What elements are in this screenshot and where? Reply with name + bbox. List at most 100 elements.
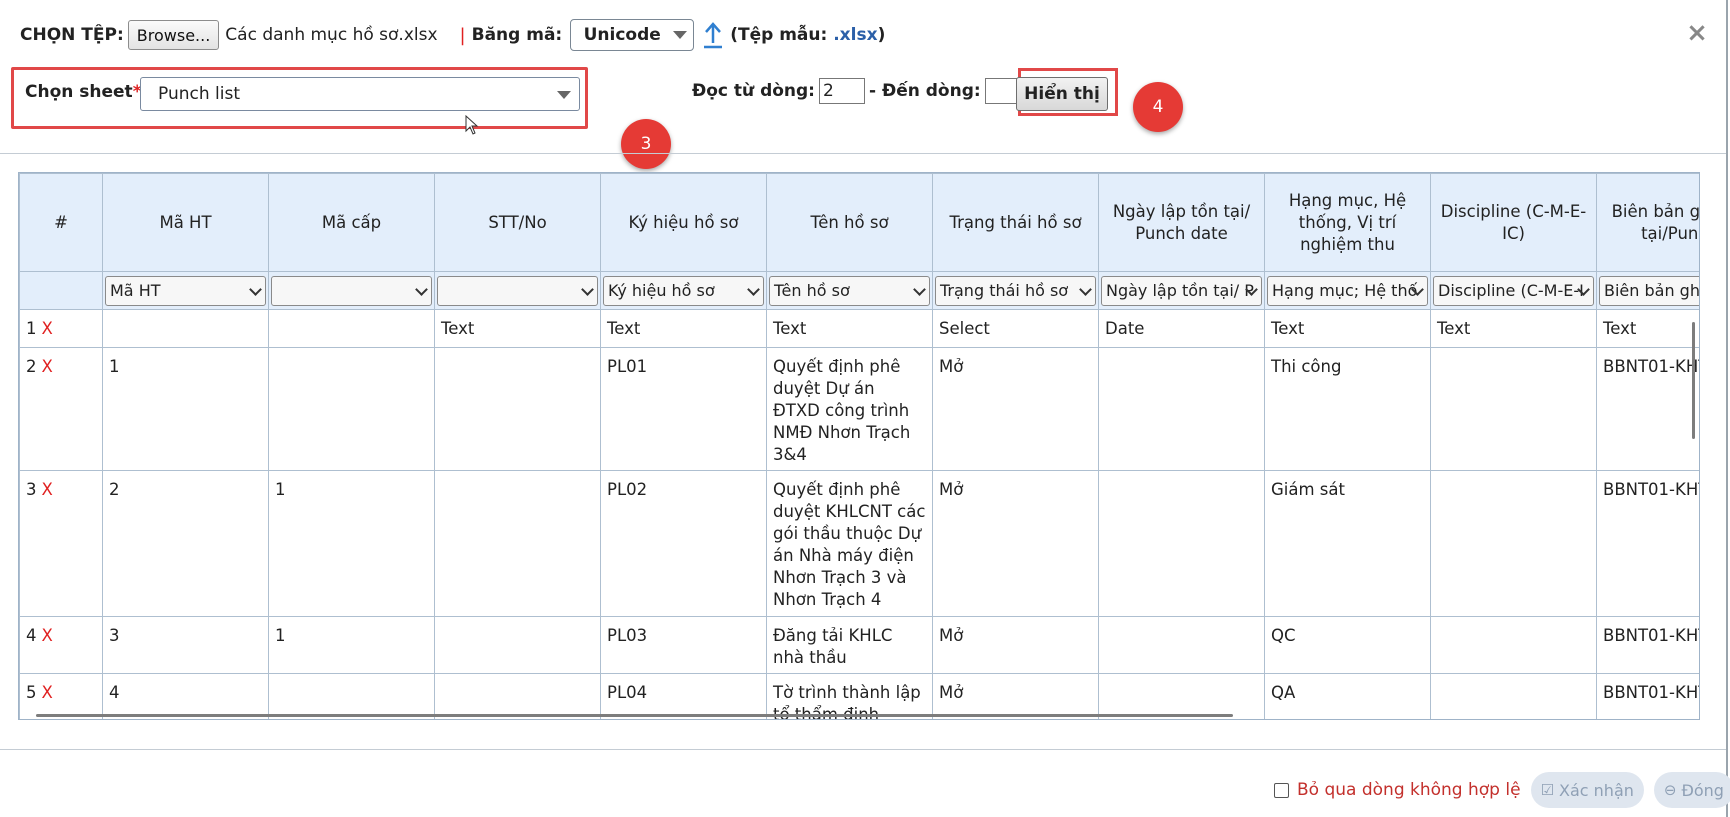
table-cell-ngay-lap xyxy=(1098,470,1265,617)
table-cell-hang-muc: Thi công xyxy=(1264,347,1431,471)
table-cell-stt-no: Text xyxy=(434,309,601,348)
filter-cell: Tên hồ sơ xyxy=(766,271,933,310)
table-cell-bien-ban: BBNT01-KHTI xyxy=(1596,673,1699,719)
confirm-label: Xác nhận xyxy=(1559,780,1634,800)
filter-cell: Ngày lập tồn tại/ P xyxy=(1098,271,1265,310)
confirm-button[interactable]: ☑ Xác nhận xyxy=(1530,772,1644,808)
sheet-value: Punch list xyxy=(158,84,240,104)
row-number: 4 xyxy=(26,626,37,645)
table-cell-ten-ho-so: Text xyxy=(766,309,933,348)
column-mapping-value: Mã HT xyxy=(110,281,161,300)
table-cell-ten-ho-so: Quyết định phê duyệt KHLCNT các gói thầu… xyxy=(766,470,933,617)
table-cell-trang-thai-ho-so: Select xyxy=(932,309,1099,348)
close-icon[interactable]: × xyxy=(1686,20,1708,46)
table-cell-ky-hieu-ho-so: PL01 xyxy=(600,347,767,471)
delete-row-icon[interactable]: X xyxy=(42,480,53,499)
table-cell-ngay-lap xyxy=(1098,616,1265,674)
column-header-ma-ht: Mã HT xyxy=(102,173,269,272)
table-cell-hang-muc: Text xyxy=(1264,309,1431,348)
table-cell-trang-thai-ho-so: Mở xyxy=(932,347,1099,471)
skip-invalid-label: Bỏ qua dòng không hợp lệ xyxy=(1297,780,1521,800)
table-cell-ky-hieu-ho-so: PL03 xyxy=(600,616,767,674)
chevron-down-icon xyxy=(747,282,760,296)
filter-cell xyxy=(434,271,601,310)
table-cell-ma-cap xyxy=(268,309,435,348)
column-mapping-select-discipline[interactable]: Discipline (C-M-E-I xyxy=(1433,275,1594,306)
column-mapping-select-ngay-lap[interactable]: Ngày lập tồn tại/ P xyxy=(1101,275,1262,306)
column-mapping-select-hang-muc[interactable]: Hạng mục; Hệ thố xyxy=(1267,275,1428,306)
column-mapping-value: Discipline (C-M-E-I xyxy=(1438,281,1584,300)
template-prefix: (Tệp mẫu: xyxy=(730,25,828,45)
table-cell-trang-thai-ho-so: Mở xyxy=(932,470,1099,617)
column-header-stt-no: STT/No xyxy=(434,173,601,272)
filter-cell: Hạng mục; Hệ thố xyxy=(1264,271,1431,310)
dropdown-arrow-icon xyxy=(673,31,688,39)
table-cell-hang-muc: QA xyxy=(1264,673,1431,719)
from-row-input[interactable]: 2 xyxy=(818,78,865,104)
table-cell-trang-thai-ho-so: Mở xyxy=(932,616,1099,674)
table-cell-ma-ht: 2 xyxy=(102,470,269,617)
vertical-scrollbar[interactable] xyxy=(1692,322,1695,439)
column-mapping-value: Ký hiệu hồ sơ xyxy=(608,281,715,300)
column-mapping-select-ma-cap[interactable] xyxy=(271,275,432,306)
encoding-select[interactable]: Unicode xyxy=(570,19,695,51)
mouse-cursor-icon xyxy=(465,115,479,135)
divider xyxy=(0,749,1726,750)
column-header-ma-cap: Mã cấp xyxy=(268,173,435,272)
column-header-hang-muc: Hạng mục, Hệ thống, Vị trí nghiệm thu xyxy=(1264,173,1431,272)
check-square-icon: ☑ xyxy=(1540,781,1555,799)
filter-cell: Biên bản ghi n xyxy=(1596,271,1699,310)
table-cell-ky-hieu-ho-so: Text xyxy=(600,309,767,348)
delete-row-icon[interactable]: X xyxy=(42,626,53,645)
table-cell-discipline xyxy=(1430,347,1597,471)
show-button[interactable]: Hiển thị xyxy=(1016,77,1108,111)
column-mapping-select-ten-ho-so[interactable]: Tên hồ sơ xyxy=(769,275,930,306)
column-mapping-select-ma-ht[interactable]: Mã HT xyxy=(105,275,266,306)
template-link[interactable]: (Tệp mẫu: .xlsx) xyxy=(730,25,885,45)
column-header-trang-thai-ho-so: Trạng thái hồ sơ xyxy=(932,173,1099,272)
column-header-ngay-lap: Ngày lập tồn tại/ Punch date xyxy=(1098,173,1265,272)
table-cell-row-number: 1X xyxy=(19,309,103,348)
chevron-down-icon xyxy=(1079,282,1092,296)
table-cell-bien-ban: Text xyxy=(1596,309,1699,348)
column-header-bien-ban: Biên bản ghi tồn tại/Punch xyxy=(1596,173,1699,272)
dropdown-arrow-icon xyxy=(557,91,571,99)
preview-table-container: # Mã HT Mã cấp STT/No Ký hiệu hồ sơ Tên hồ sơ… xyxy=(18,172,1700,720)
close-button[interactable]: ⊖ Đóng xyxy=(1653,772,1730,808)
close-label: Đóng xyxy=(1681,780,1724,800)
table-cell-bien-ban: BBNT01-KHTI xyxy=(1596,616,1699,674)
table-cell-ma-cap: 1 xyxy=(268,616,435,674)
table-cell-ma-ht: 1 xyxy=(102,347,269,471)
filter-row: Mã HT Ký hiệu hồ sơ Tên hồ sơ Trạng thái hồ… xyxy=(19,271,1699,310)
row-number: 2 xyxy=(26,357,37,376)
table-row: 3 X 2 1 PL02 Quyết định phê duyệt KHLCNT các … xyxy=(19,470,1699,617)
table-cell-ma-cap xyxy=(268,347,435,471)
delete-row-icon[interactable]: X xyxy=(42,683,53,702)
sheet-select[interactable]: Punch list xyxy=(140,77,580,111)
divider xyxy=(0,153,1726,154)
delete-row-icon[interactable]: X xyxy=(42,357,53,376)
skip-invalid-checkbox[interactable] xyxy=(1274,782,1289,798)
column-mapping-select-bien-ban[interactable]: Biên bản ghi n xyxy=(1599,275,1699,306)
delete-row-icon[interactable]: X xyxy=(42,319,53,338)
table-cell-ma-cap: 1 xyxy=(268,470,435,617)
from-row-label: Đọc từ dòng: xyxy=(692,81,815,101)
column-mapping-select-stt-no[interactable] xyxy=(437,275,598,306)
browse-button[interactable]: Browse... xyxy=(127,20,220,50)
column-header-row-number: # xyxy=(19,173,103,272)
sheet-label-text: Chọn sheet xyxy=(25,82,133,102)
upload-arrow-icon[interactable] xyxy=(702,21,724,49)
table-cell-stt-no xyxy=(434,616,601,674)
template-extension: .xlsx xyxy=(833,25,878,45)
encoding-label: Băng mã: xyxy=(471,25,563,45)
column-mapping-select-ky-hieu-ho-so[interactable]: Ký hiệu hồ sơ xyxy=(603,275,764,306)
column-mapping-select-trang-thai-ho-so[interactable]: Trạng thái hồ sơ xyxy=(935,275,1096,306)
table-cell-bien-ban: BBNT01-KHTI xyxy=(1596,347,1699,471)
horizontal-scrollbar[interactable] xyxy=(36,714,1233,717)
step-badge-3: 3 xyxy=(621,119,671,169)
column-mapping-value: Ngày lập tồn tại/ P xyxy=(1106,281,1254,300)
filter-cell xyxy=(268,271,435,310)
to-row-label: - Đến dòng: xyxy=(868,81,981,101)
filter-cell: Ký hiệu hồ sơ xyxy=(600,271,767,310)
table-cell-row-number: 3X xyxy=(19,470,103,617)
